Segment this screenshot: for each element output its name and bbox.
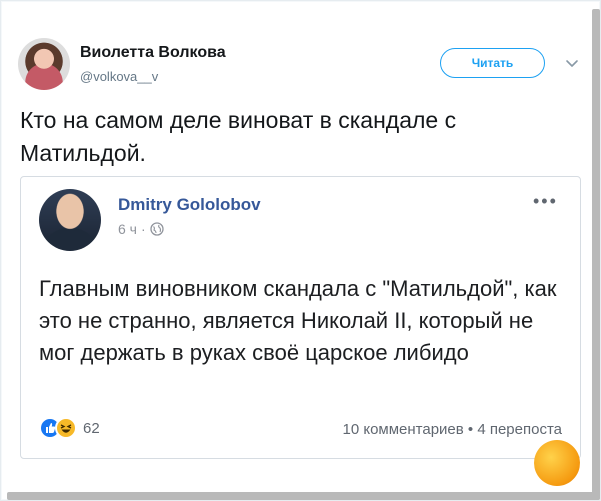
avatar[interactable] xyxy=(18,38,70,90)
more-icon[interactable]: ••• xyxy=(533,191,558,212)
chevron-down-icon[interactable] xyxy=(565,56,579,70)
post-meta: 6 ч · xyxy=(118,221,164,237)
tweet-text: Кто на самом деле виноват в скандале с М… xyxy=(20,107,457,166)
reaction-count: 62 xyxy=(83,419,100,437)
post-text: Главным виновником скандала с "Матильдой… xyxy=(39,276,557,365)
post-stats[interactable]: 10 комментариев • 4 перепоста xyxy=(342,421,562,438)
post-author-avatar[interactable] xyxy=(39,189,101,251)
post-author-name[interactable]: Dmitry Gololobov xyxy=(118,195,261,215)
post-time[interactable]: 6 ч xyxy=(118,221,137,237)
embedded-post-card: Dmitry Gololobov 6 ч · ••• Главным винов… xyxy=(20,176,581,459)
handle[interactable]: @volkova__v xyxy=(80,69,158,84)
reactions[interactable]: 62 xyxy=(39,417,100,439)
meta-separator: · xyxy=(140,221,146,237)
globe-icon xyxy=(150,222,164,236)
haha-icon xyxy=(55,417,77,439)
display-name[interactable]: Виолетта Волкова xyxy=(80,44,226,62)
follow-button[interactable]: Читать xyxy=(440,48,545,78)
